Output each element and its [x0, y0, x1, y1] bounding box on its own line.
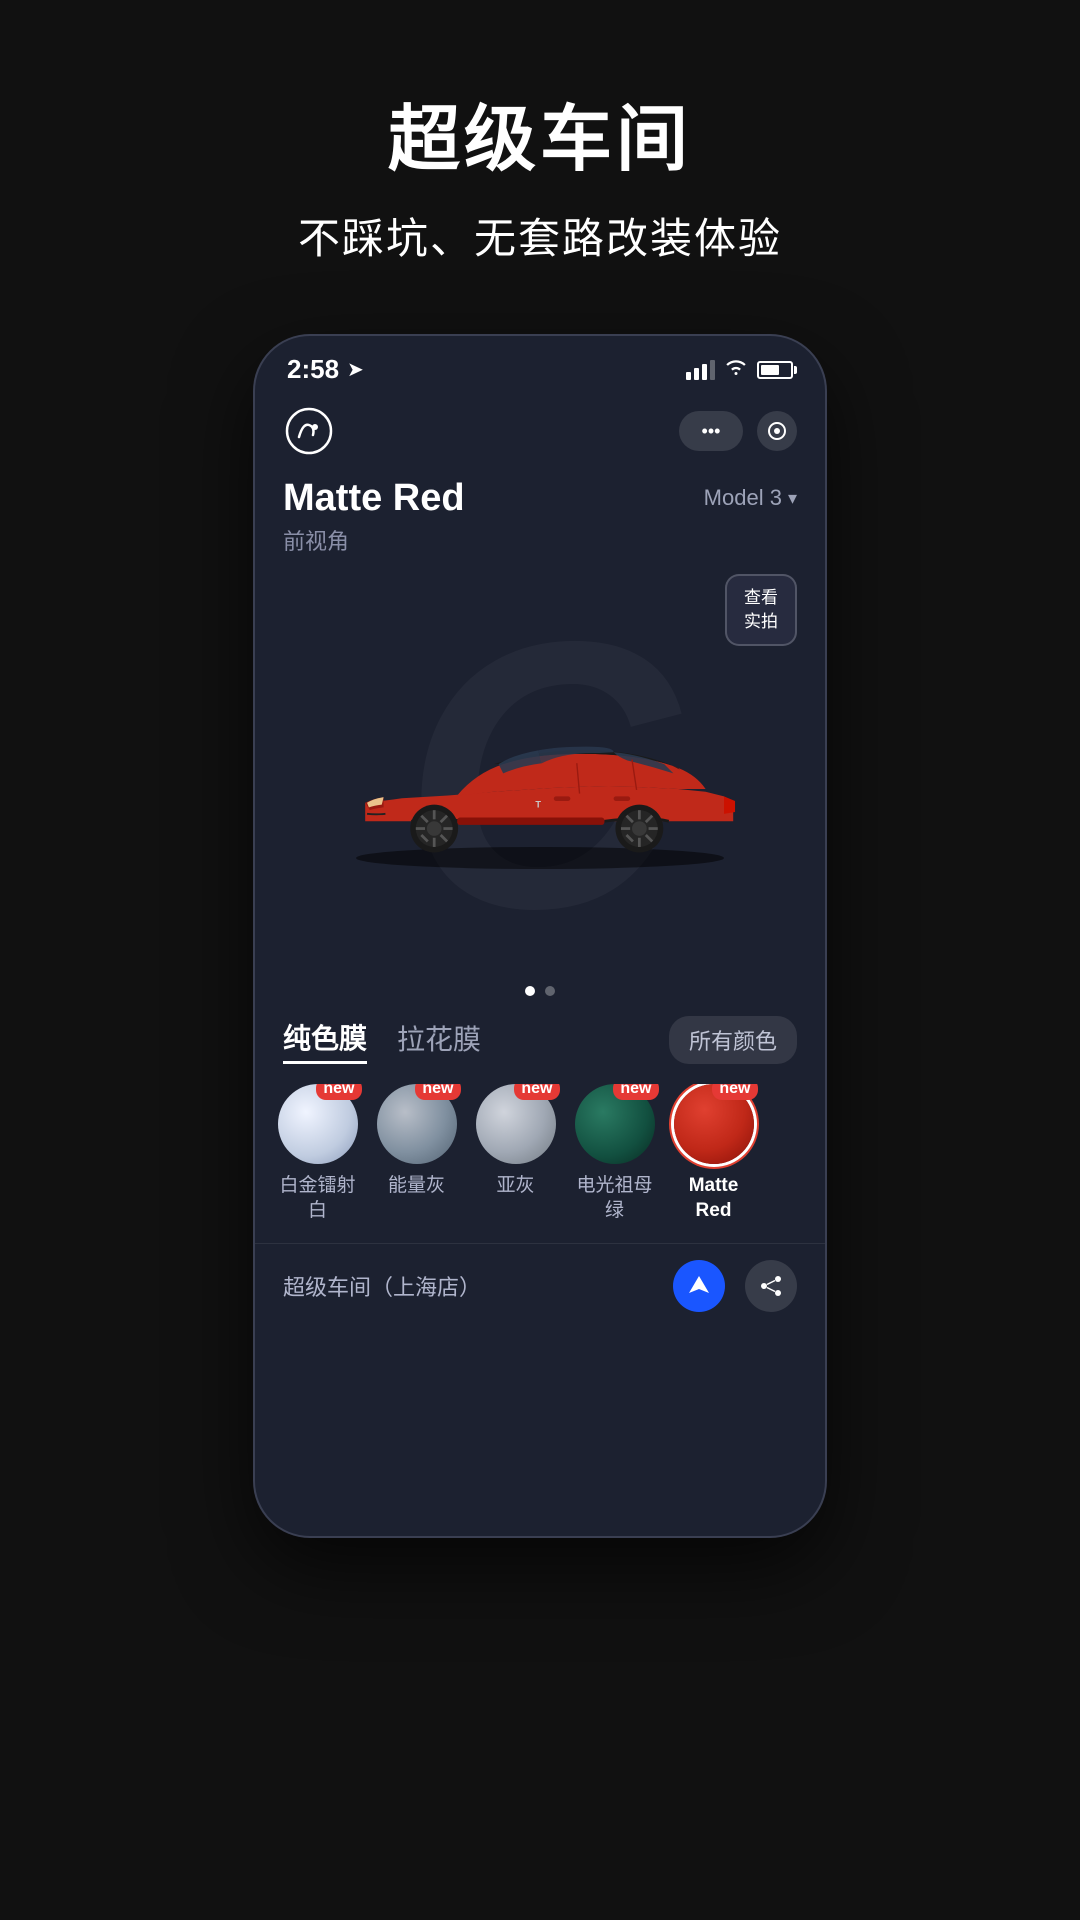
- model-selector[interactable]: Model 3 ▾: [704, 477, 797, 511]
- svg-text:T: T: [535, 799, 541, 809]
- status-right: [686, 358, 793, 382]
- new-badge: new: [712, 1084, 757, 1100]
- swatch-ball-wrapper: new: [476, 1084, 556, 1164]
- car-angle: 前视角: [283, 524, 465, 556]
- chevron-down-icon: ▾: [788, 488, 797, 509]
- swatch-ball-wrapper: new: [377, 1084, 457, 1164]
- app-header: •••: [255, 395, 825, 467]
- all-colors-button[interactable]: 所有颜色: [669, 1016, 797, 1064]
- real-shot-label: 查看实拍: [744, 586, 778, 634]
- page-title: 超级车间: [40, 80, 1040, 185]
- dot-1: [525, 986, 535, 996]
- swatch-white-pearl[interactable]: new 白金镭射白: [275, 1084, 360, 1223]
- new-badge: new: [514, 1084, 559, 1100]
- signal-bar-1: [686, 372, 691, 380]
- color-swatches: new 白金镭射白 new 能量灰 new 亚灰 new: [255, 1084, 825, 1243]
- car-details: Matte Red 前视角: [283, 477, 465, 556]
- car-name: Matte Red: [283, 477, 465, 520]
- swatch-ball-wrapper: new: [575, 1084, 655, 1164]
- signal-bars: [686, 360, 715, 380]
- swatch-electric-green[interactable]: new 电光祖母绿: [572, 1084, 657, 1223]
- app-logo[interactable]: [283, 405, 335, 457]
- swatch-label: 白金镭射白: [279, 1174, 355, 1223]
- location-icon: ➤: [347, 357, 364, 382]
- swatch-sub-grey[interactable]: new 亚灰: [473, 1084, 558, 1223]
- signal-bar-2: [694, 368, 699, 380]
- bottom-bar: 超级车间（上海店）: [255, 1243, 825, 1340]
- swatch-label: MatteRed: [689, 1174, 739, 1223]
- navigation-button[interactable]: [673, 1260, 725, 1312]
- status-bar: 2:58 ➤: [255, 336, 825, 395]
- page-subtitle: 不踩坑、无套路改装体验: [40, 205, 1040, 266]
- car-image: T: [284, 656, 797, 876]
- new-badge: new: [415, 1084, 460, 1100]
- status-time: 2:58: [287, 354, 339, 385]
- car-info: Matte Red 前视角 Model 3 ▾: [255, 467, 825, 556]
- battery-icon: [757, 361, 793, 379]
- pagination: [255, 976, 825, 1016]
- swatch-label: 亚灰: [496, 1174, 534, 1199]
- more-button[interactable]: •••: [679, 411, 743, 451]
- swatch-ball-wrapper: new: [674, 1084, 754, 1164]
- car-display: C 查看实拍: [255, 556, 825, 976]
- new-badge: new: [316, 1084, 361, 1100]
- record-button[interactable]: [757, 411, 797, 451]
- tab-solid-film[interactable]: 纯色膜: [283, 1017, 367, 1064]
- new-badge: new: [613, 1084, 658, 1100]
- status-left: 2:58 ➤: [287, 354, 364, 385]
- swatch-energy-grey[interactable]: new 能量灰: [374, 1084, 459, 1223]
- dot-2: [545, 986, 555, 996]
- wifi-icon: [725, 358, 747, 382]
- header-actions: •••: [679, 411, 797, 451]
- signal-bar-4: [710, 360, 715, 380]
- real-shot-button[interactable]: 查看实拍: [725, 574, 797, 646]
- phone-frame: 2:58 ➤: [255, 336, 825, 1536]
- swatch-ball-wrapper: new: [278, 1084, 358, 1164]
- battery-fill: [761, 365, 779, 375]
- shop-name: 超级车间（上海店）: [283, 1270, 481, 1302]
- swatch-label: 能量灰: [388, 1174, 445, 1199]
- swatch-label: 电光祖母绿: [576, 1174, 652, 1223]
- share-button[interactable]: [745, 1260, 797, 1312]
- signal-bar-3: [702, 364, 707, 380]
- bottom-icons: [673, 1260, 797, 1312]
- tab-pattern-film[interactable]: 拉花膜: [397, 1018, 481, 1062]
- film-tabs: 纯色膜 拉花膜 所有颜色: [255, 1016, 825, 1064]
- swatch-matte-red[interactable]: new MatteRed: [671, 1084, 756, 1223]
- page-header: 超级车间 不踩坑、无套路改装体验: [0, 0, 1080, 306]
- model-name: Model 3: [704, 485, 782, 511]
